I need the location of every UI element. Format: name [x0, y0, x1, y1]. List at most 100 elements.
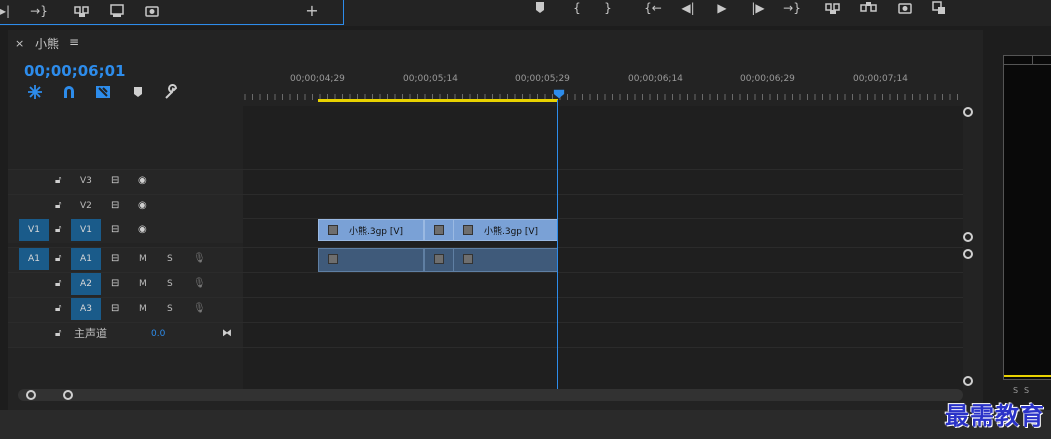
toggle-sync-lock-icon[interactable]: ⊟: [111, 248, 119, 270]
lock-icon[interactable]: 🔓︎: [55, 273, 61, 295]
bottom-status-bar: [0, 410, 1051, 439]
lock-icon[interactable]: 🔓︎: [55, 323, 61, 345]
fx-badge-icon: [328, 254, 338, 264]
audio-clip[interactable]: [318, 248, 424, 272]
add-button-icon[interactable]: +: [303, 3, 321, 19]
toggle-sync-lock-icon[interactable]: ⊟: [111, 170, 119, 192]
solo-button[interactable]: S: [167, 298, 173, 320]
video-clip[interactable]: 小熊.3gp [V]: [318, 219, 424, 241]
mute-button[interactable]: M: [139, 273, 147, 295]
master-volume-value[interactable]: 0.0: [151, 323, 165, 345]
fx-badge-icon: [463, 225, 473, 235]
lock-icon[interactable]: 🔓︎: [55, 298, 61, 320]
track-header-v3: 🔓︎ V3 ⊟ ◉: [8, 170, 243, 194]
toggle-sync-lock-icon[interactable]: ⊟: [111, 195, 119, 217]
fx-badge-icon: [434, 254, 444, 264]
track-target-a3[interactable]: A3: [71, 298, 101, 320]
track-row-bottom: [8, 347, 963, 372]
marker-icon[interactable]: [531, 0, 549, 16]
overwrite-icon[interactable]: [108, 3, 126, 19]
eye-icon[interactable]: ◉: [138, 195, 147, 217]
fx-badge-icon: [434, 225, 444, 235]
go-to-out-icon[interactable]: →}: [30, 3, 48, 19]
lock-icon[interactable]: 🔓︎: [55, 219, 61, 241]
mic-icon[interactable]: 🎙︎: [193, 273, 206, 295]
track-header-v2: 🔓︎ V2 ⊟ ◉: [8, 195, 243, 219]
step-back-icon[interactable]: ▸|: [0, 3, 14, 19]
playhead-timecode[interactable]: 00;00;06;01: [24, 62, 126, 80]
track-header-a2: 🔓︎ A2 ⊟ M S 🎙︎: [8, 273, 243, 297]
ruler-label: 00;00;04;29: [290, 74, 345, 84]
clip-name: 小熊.3gp [V]: [484, 227, 539, 237]
insert-icon[interactable]: [73, 3, 91, 19]
track-header-a3: 🔓︎ A3 ⊟ M S 🎙︎: [8, 298, 243, 322]
track-name: V3: [80, 176, 92, 186]
audio-clip[interactable]: [453, 248, 558, 272]
eye-icon[interactable]: ◉: [138, 170, 147, 192]
track-name: V2: [80, 201, 92, 211]
monitor-footer-label: S: [1013, 386, 1019, 395]
go-to-in-icon[interactable]: {←: [644, 0, 662, 16]
horizontal-zoom-scrollbar[interactable]: [18, 389, 963, 401]
mic-icon[interactable]: 🎙︎: [193, 248, 206, 270]
work-area-bar[interactable]: [318, 99, 558, 102]
step-back-frame-icon[interactable]: ◀|: [679, 0, 697, 16]
mute-button[interactable]: M: [139, 248, 147, 270]
video-scroll-top-knob[interactable]: [963, 107, 973, 117]
clip-name: 小熊.3gp [V]: [349, 227, 404, 237]
audio-scroll-top-knob[interactable]: [963, 249, 973, 259]
audio-scroll-bottom-knob[interactable]: [963, 376, 973, 386]
linked-selection-icon[interactable]: [95, 84, 111, 100]
lock-icon[interactable]: 🔓︎: [55, 195, 61, 217]
mic-icon[interactable]: 🎙︎: [193, 298, 206, 320]
track-target-v1[interactable]: V1: [71, 219, 101, 241]
snap-magnet-icon[interactable]: [61, 84, 77, 100]
export-frame-icon[interactable]: [143, 3, 161, 19]
mark-out-icon[interactable]: }: [599, 0, 617, 16]
step-forward-icon[interactable]: |▶: [749, 0, 767, 16]
playhead-handle[interactable]: [553, 88, 565, 100]
zoom-right-knob[interactable]: [63, 390, 73, 400]
toggle-sync-lock-icon[interactable]: ⊟: [111, 273, 119, 295]
export-frame-program-icon[interactable]: [896, 0, 914, 16]
close-tab-icon[interactable]: ×: [15, 37, 24, 50]
video-clip[interactable]: [424, 219, 454, 241]
ruler-label: 00;00;06;29: [740, 74, 795, 84]
lift-icon[interactable]: [824, 0, 842, 16]
lock-icon[interactable]: 🔓︎: [55, 170, 61, 192]
video-clip[interactable]: 小熊.3gp [V]: [453, 219, 558, 241]
extract-icon[interactable]: [860, 0, 878, 16]
lock-icon[interactable]: 🔓︎: [55, 248, 61, 270]
fx-badge-icon: [328, 225, 338, 235]
program-monitor-frame[interactable]: [1003, 55, 1051, 380]
eye-icon[interactable]: ◉: [138, 219, 147, 241]
video-scroll-bottom-knob[interactable]: [963, 232, 973, 242]
solo-button[interactable]: S: [167, 273, 173, 295]
monitor-footer-label: S: [1024, 386, 1030, 395]
mark-in-icon[interactable]: {: [568, 0, 586, 16]
toggle-sync-lock-icon[interactable]: ⊟: [111, 298, 119, 320]
add-marker-icon[interactable]: [130, 84, 146, 100]
timeline-settings-wrench-icon[interactable]: [163, 84, 179, 100]
mute-button[interactable]: M: [139, 298, 147, 320]
toggle-sync-lock-icon[interactable]: ⊟: [111, 219, 119, 241]
audio-clip[interactable]: [424, 248, 454, 272]
ruler-label: 00;00;05;29: [515, 74, 570, 84]
sequence-tab-title[interactable]: 小熊: [35, 35, 59, 52]
comparison-view-icon[interactable]: [930, 0, 948, 16]
zoom-left-knob[interactable]: [26, 390, 36, 400]
track-header-master: 🔓︎ 主声道 0.0 ⧓: [8, 323, 243, 347]
go-to-next-keyframe-icon[interactable]: ⧓: [222, 323, 232, 345]
playhead-line[interactable]: [557, 100, 558, 390]
play-icon[interactable]: ▶: [713, 0, 731, 16]
fx-badge-icon: [463, 254, 473, 264]
solo-button[interactable]: S: [167, 248, 173, 270]
panel-menu-icon[interactable]: ≡: [69, 35, 79, 49]
source-patch-a1[interactable]: A1: [19, 248, 49, 270]
track-target-a2[interactable]: A2: [71, 273, 101, 295]
go-to-out-program-icon[interactable]: →}: [783, 0, 801, 16]
nest-sequence-icon[interactable]: [27, 84, 43, 100]
source-patch-v1[interactable]: V1: [19, 219, 49, 241]
master-track-label: 主声道: [74, 327, 107, 340]
track-target-a1[interactable]: A1: [71, 248, 101, 270]
